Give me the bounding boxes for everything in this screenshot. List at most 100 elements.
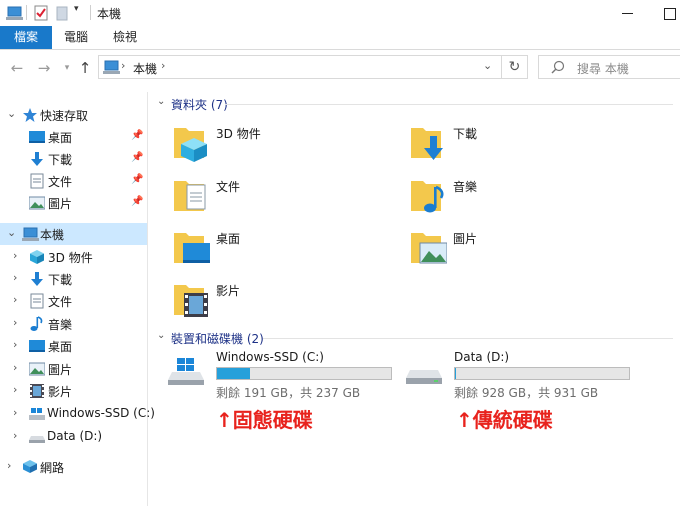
search-placeholder: 搜尋 本機 <box>577 62 629 76</box>
folder-desktop[interactable]: 桌面 <box>174 227 374 277</box>
pin-icon[interactable]: 📌 <box>131 130 143 141</box>
nav-label: 快速存取 <box>40 109 89 123</box>
folder-label: 影片 <box>216 284 241 298</box>
folder-downloads[interactable]: 下載 <box>411 122 611 172</box>
nav-label: Windows-SSD (C:) <box>47 406 155 420</box>
download-icon <box>29 271 45 287</box>
nav-documents[interactable]: › 文件 <box>0 290 147 312</box>
devices-group-header[interactable]: ⌄ 裝置和磁碟機 (2) <box>157 330 673 346</box>
nav-network[interactable]: › 網路 <box>0 456 147 478</box>
breadcrumb-chevron-icon[interactable]: › <box>161 59 165 72</box>
this-pc-icon <box>103 59 121 78</box>
divider <box>263 338 673 339</box>
folder-music[interactable]: 音樂 <box>411 175 611 225</box>
chevron-right-icon[interactable]: › <box>13 338 17 351</box>
folder-label: 圖片 <box>453 232 478 246</box>
forward-arrow-icon[interactable]: → <box>35 59 53 77</box>
nav-music[interactable]: › 音樂 <box>0 313 147 335</box>
refresh-button[interactable]: ↻ <box>502 55 528 79</box>
nav-videos[interactable]: › 影片 <box>0 380 147 402</box>
chevron-right-icon[interactable]: › <box>13 249 17 262</box>
maximize-button[interactable] <box>656 4 680 22</box>
drive-space-text: 剩餘 191 GB，共 237 GB <box>216 386 361 400</box>
nav-pinned-desktop[interactable]: 桌面 📌 <box>0 126 147 148</box>
chevron-down-icon[interactable]: ⌄ <box>157 330 165 341</box>
nav-pinned-downloads[interactable]: 下載 📌 <box>0 148 147 170</box>
chevron-right-icon[interactable]: › <box>13 361 17 374</box>
new-folder-icon[interactable] <box>56 5 68 21</box>
breadcrumb-this-pc[interactable]: 本機 <box>133 60 157 77</box>
drive-d[interactable]: Data (D:) 剩餘 928 GB，共 931 GB <box>396 350 636 400</box>
up-arrow-icon[interactable]: ↑ <box>76 59 94 77</box>
chevron-down-icon[interactable]: ⌄ <box>7 107 16 120</box>
chevron-right-icon[interactable]: › <box>13 429 17 442</box>
tab-file[interactable]: 檔案 <box>0 26 52 49</box>
folder-documents[interactable]: 文件 <box>174 175 374 225</box>
nav-label: Data (D:) <box>47 429 103 443</box>
nav-3d-objects[interactable]: › 3D 物件 <box>0 246 147 268</box>
annotation-ssd: ↑固態硬碟 <box>216 408 313 432</box>
chevron-down-icon[interactable]: ⌄ <box>157 96 165 107</box>
chevron-down-icon[interactable]: ⌄ <box>7 226 16 239</box>
folder-3d-objects[interactable]: 3D 物件 <box>174 122 374 172</box>
nav-label: 音樂 <box>48 318 73 332</box>
drive-c[interactable]: Windows-SSD (C:) 剩餘 191 GB，共 237 GB <box>158 350 398 400</box>
pictures-icon <box>28 361 46 377</box>
drive-name: Windows-SSD (C:) <box>216 350 324 364</box>
recent-locations-icon[interactable]: ▾ <box>58 59 76 77</box>
document-icon <box>29 293 45 309</box>
tab-computer[interactable]: 電腦 <box>64 26 88 49</box>
pin-icon[interactable]: 📌 <box>131 174 143 185</box>
folder-label: 下載 <box>453 127 478 141</box>
nav-this-pc[interactable]: ⌄ 本機 <box>0 223 147 245</box>
nav-label: 下載 <box>48 273 73 287</box>
qa-divider <box>26 5 27 20</box>
nav-downloads[interactable]: › 下載 <box>0 268 147 290</box>
nav-pinned-documents[interactable]: 文件 📌 <box>0 170 147 192</box>
nav-pinned-pictures[interactable]: 圖片 📌 <box>0 192 147 214</box>
nav-label: 本機 <box>40 228 65 242</box>
chevron-right-icon[interactable]: › <box>13 316 17 329</box>
chevron-right-icon[interactable]: › <box>13 293 17 306</box>
nav-label: 圖片 <box>48 197 73 211</box>
music-note-icon <box>29 316 45 332</box>
music-folder-icon <box>411 175 447 215</box>
nav-drive-d[interactable]: › Data (D:) <box>0 426 147 448</box>
document-icon <box>29 173 45 189</box>
address-dropdown-icon[interactable]: ⌄ <box>483 59 492 72</box>
chevron-right-icon[interactable]: › <box>13 406 17 419</box>
pin-icon[interactable]: 📌 <box>131 152 143 163</box>
annotation-hdd: ↑傳統硬碟 <box>456 408 553 432</box>
folder-videos[interactable]: 影片 <box>174 279 374 329</box>
chevron-right-icon[interactable]: › <box>7 459 11 472</box>
search-box[interactable]: 搜尋 本機 <box>538 55 680 79</box>
search-icon <box>551 60 565 77</box>
folder-pictures[interactable]: 圖片 <box>411 227 611 277</box>
pin-icon[interactable]: 📌 <box>131 196 143 207</box>
back-arrow-icon[interactable]: ← <box>8 59 26 77</box>
title-bar: ▾ 本機 <box>0 0 680 26</box>
nav-drive-c[interactable]: › Windows-SSD (C:) <box>0 403 155 425</box>
nav-quick-access[interactable]: ⌄ 快速存取 <box>0 104 147 126</box>
nav-pictures[interactable]: › 圖片 <box>0 358 147 380</box>
this-pc-icon <box>22 226 39 242</box>
customize-qa-icon[interactable]: ▾ <box>74 4 79 20</box>
group-title: 裝置和磁碟機 (2) <box>171 332 264 346</box>
tab-view[interactable]: 檢視 <box>113 26 137 49</box>
nav-label: 影片 <box>48 385 73 399</box>
chevron-right-icon[interactable]: › <box>13 383 17 396</box>
document-folder-icon <box>174 175 210 215</box>
ribbon-tabs: 檔案 電腦 檢視 <box>0 26 680 50</box>
folders-group-header[interactable]: ⌄ 資料夾 (7) <box>157 96 673 112</box>
chevron-right-icon[interactable]: › <box>13 271 17 284</box>
address-bar[interactable]: › 本機 › ⌄ <box>98 55 502 79</box>
nav-label: 網路 <box>40 461 65 475</box>
minimize-button[interactable] <box>616 4 640 22</box>
nav-label: 下載 <box>48 153 73 167</box>
nav-label: 3D 物件 <box>48 251 93 265</box>
nav-desktop[interactable]: › 桌面 <box>0 335 147 357</box>
properties-icon[interactable] <box>34 5 48 21</box>
drive-space-text: 剩餘 928 GB，共 931 GB <box>454 386 599 400</box>
drive-usage-bar <box>216 367 392 380</box>
drive-usage-bar <box>454 367 630 380</box>
